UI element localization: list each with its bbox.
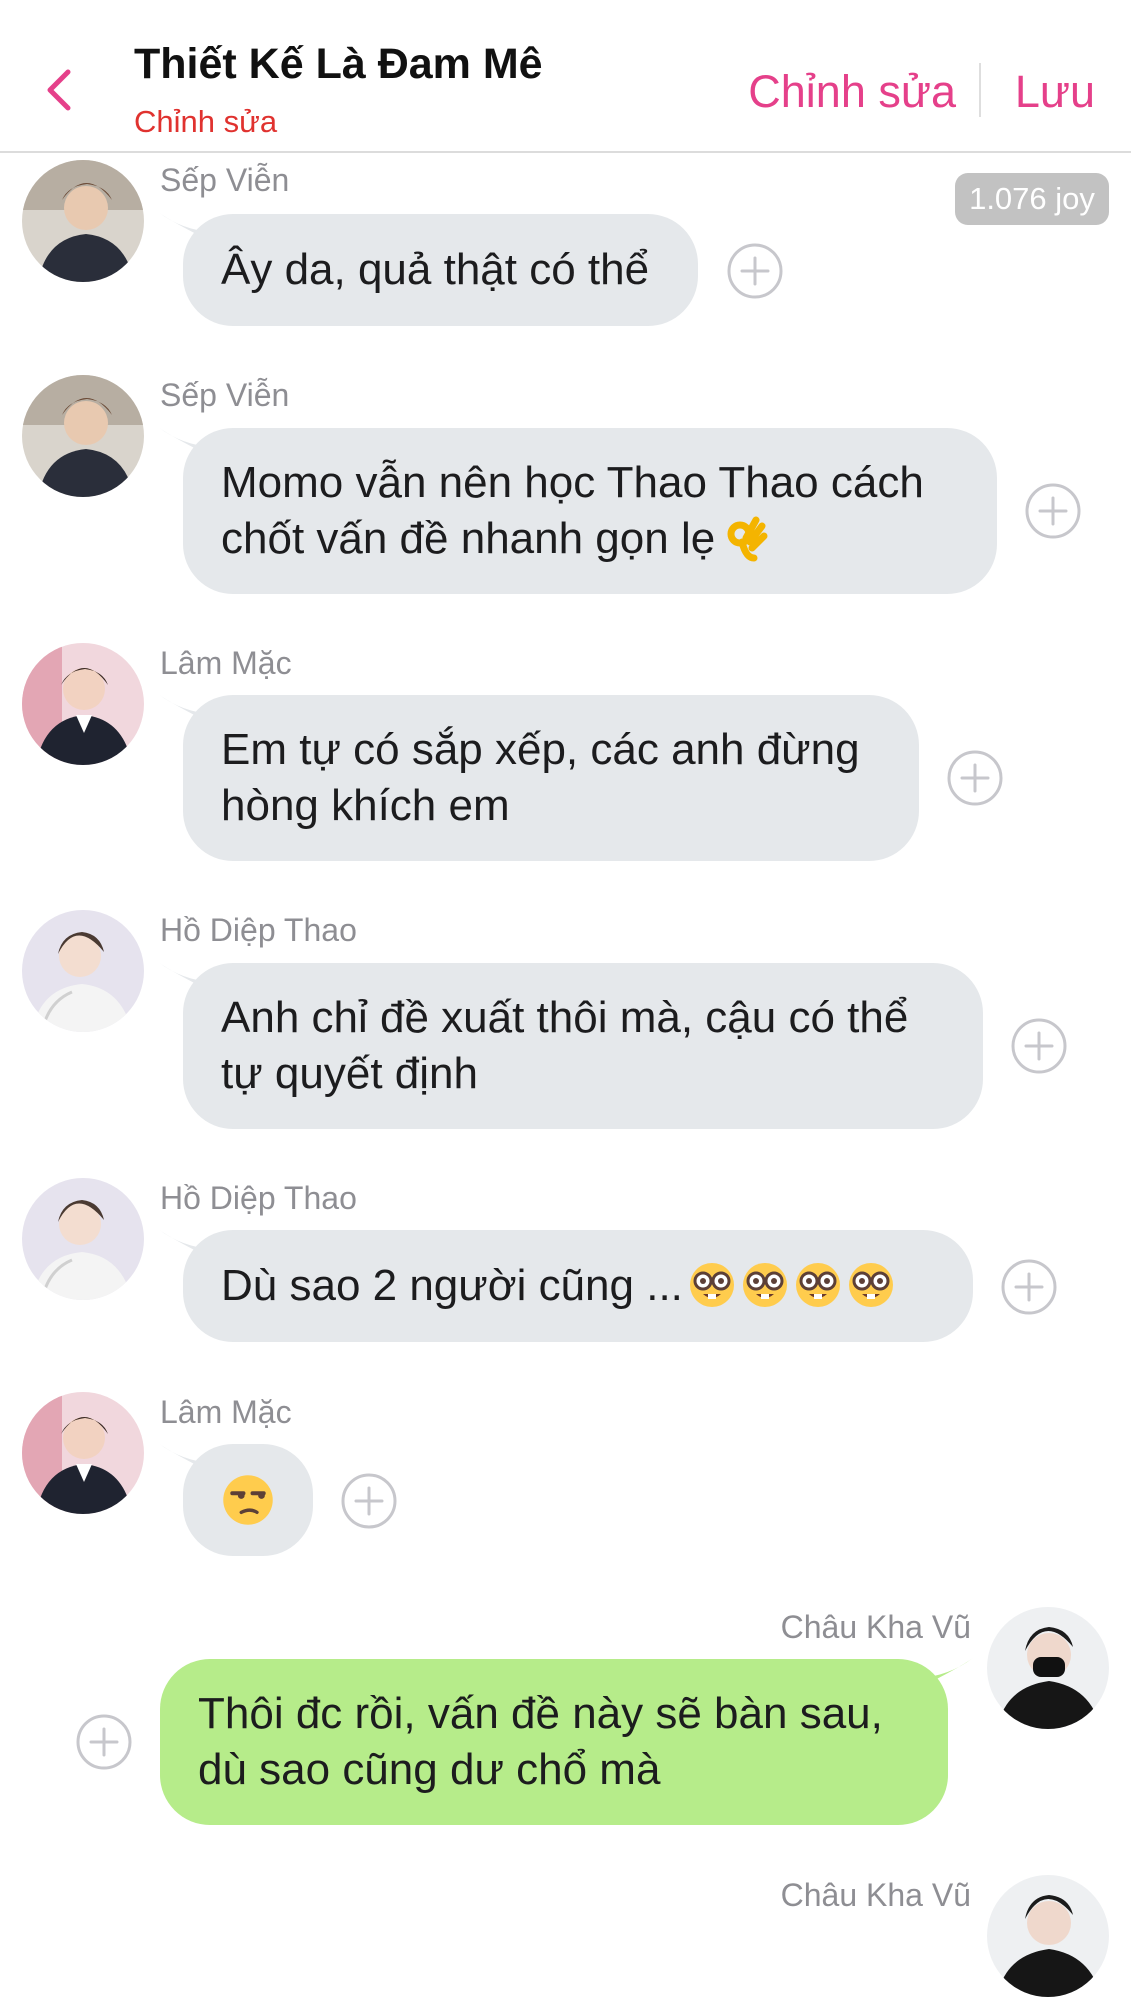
add-reaction-icon[interactable] [1025, 483, 1081, 539]
avatar[interactable] [22, 643, 144, 765]
unamused-face-emoji-icon [223, 1475, 273, 1525]
add-reaction-icon[interactable] [1011, 1018, 1067, 1074]
add-reaction-icon[interactable] [341, 1473, 397, 1529]
chat-title: Thiết Kế Là Đam Mê [134, 40, 543, 88]
avatar[interactable] [22, 1178, 144, 1300]
joy-badge: 1.076 joy [955, 173, 1109, 225]
add-reaction-icon[interactable] [947, 750, 1003, 806]
chat-subtitle[interactable]: Chỉnh sửa [134, 104, 277, 140]
avatar[interactable] [987, 1607, 1109, 1729]
message-text: Ây da, quả thật có thể [221, 245, 650, 294]
message-bubble[interactable]: Dù sao 2 người cũng ... [183, 1230, 973, 1342]
chevron-left-icon [47, 69, 71, 111]
back-button[interactable] [40, 64, 82, 116]
avatar[interactable] [22, 160, 144, 282]
nerd-face-emoji-icon [688, 1261, 736, 1309]
chat-header: Thiết Kế Là Đam Mê Chỉnh sửa Chỉnh sửa L… [0, 0, 1131, 153]
sender-name: Châu Kha Vũ [780, 1609, 971, 1645]
ok-hand-emoji-icon [727, 516, 768, 562]
sender-name: Châu Kha Vũ [780, 1877, 971, 1913]
sender-name: Sếp Viễn [160, 377, 290, 413]
message-text: Dù sao 2 người cũng ... [221, 1258, 895, 1314]
sender-name: Sếp Viễn [160, 162, 290, 198]
message-text: Thôi đc rồi, vấn đề này sẽ bàn sau, dù s… [198, 1689, 883, 1794]
message-text: Momo vẫn nên học Thao Thao cách chốt vấn… [221, 458, 924, 563]
sender-name: Hồ Diệp Thao [160, 912, 357, 948]
header-divider [979, 63, 981, 117]
message-bubble[interactable]: Anh chỉ đề xuất thôi mà, cậu có thể tự q… [183, 963, 983, 1129]
sender-name: Hồ Diệp Thao [160, 1180, 357, 1216]
sender-name: Lâm Mặc [160, 645, 292, 681]
add-reaction-icon[interactable] [76, 1714, 132, 1770]
message-bubble[interactable]: Em tự có sắp xếp, các anh đừng hòng khíc… [183, 695, 919, 861]
add-reaction-icon[interactable] [727, 243, 783, 299]
message-bubble[interactable] [183, 1444, 313, 1556]
avatar[interactable] [987, 1875, 1109, 1997]
message-bubble[interactable]: Thôi đc rồi, vấn đề này sẽ bàn sau, dù s… [160, 1659, 948, 1825]
message-bubble[interactable]: Ây da, quả thật có thể [183, 214, 698, 326]
message-text: Anh chỉ đề xuất thôi mà, cậu có thể tự q… [221, 993, 909, 1098]
save-button[interactable]: Lưu [1015, 66, 1095, 118]
nerd-face-emoji-icon [794, 1261, 842, 1309]
avatar[interactable] [22, 375, 144, 497]
nerd-face-emoji-icon [741, 1261, 789, 1309]
sender-name: Lâm Mặc [160, 1394, 292, 1430]
message-text: Em tự có sắp xếp, các anh đừng hòng khíc… [221, 725, 860, 830]
avatar[interactable] [22, 910, 144, 1032]
add-reaction-icon[interactable] [1001, 1259, 1057, 1315]
message-bubble[interactable]: Momo vẫn nên học Thao Thao cách chốt vấn… [183, 428, 997, 594]
nerd-face-emoji-icon [847, 1261, 895, 1309]
avatar[interactable] [22, 1392, 144, 1514]
edit-button[interactable]: Chỉnh sửa [748, 66, 956, 118]
